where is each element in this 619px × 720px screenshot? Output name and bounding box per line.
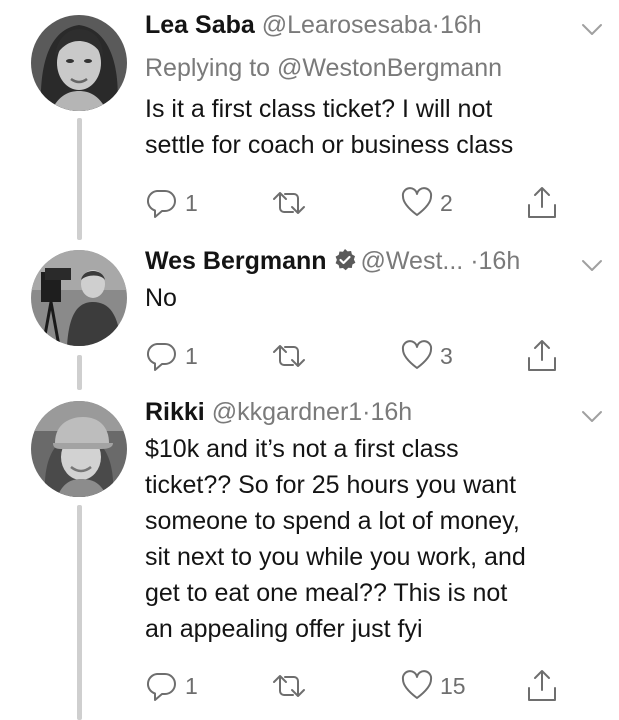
like-button[interactable]: 3 <box>400 336 453 376</box>
share-button[interactable] <box>525 666 559 706</box>
retweet-button[interactable] <box>270 666 314 706</box>
separator-dot: · <box>470 247 479 275</box>
user-handle[interactable]: @West... <box>361 247 464 275</box>
share-button[interactable] <box>525 183 559 223</box>
heart-icon <box>401 670 433 699</box>
user-handle[interactable]: @Learosesaba <box>262 11 432 39</box>
display-name[interactable]: Lea Saba <box>145 11 255 39</box>
share-button[interactable] <box>525 336 559 376</box>
thread-line <box>77 355 82 390</box>
reply-button[interactable]: 1 <box>145 183 198 223</box>
reply-icon <box>146 673 176 701</box>
tweet-lea-saba[interactable]: Lea Saba @Learosesaba·16h Replying to @W… <box>0 0 619 240</box>
reply-count: 1 <box>185 342 198 369</box>
tweet-actions: 1 2 <box>145 183 585 223</box>
reply-button[interactable]: 1 <box>145 336 198 376</box>
avatar[interactable] <box>31 250 127 346</box>
like-count: 15 <box>440 672 466 699</box>
timestamp[interactable]: 16h <box>479 247 521 275</box>
chevron-down-icon[interactable] <box>577 14 607 44</box>
share-icon <box>528 340 556 371</box>
tweet-header: Wes Bergmann @West... ·16h <box>145 244 619 278</box>
separator-dot: · <box>362 398 371 426</box>
thread-line <box>77 118 82 240</box>
heart-icon <box>401 187 433 216</box>
heart-icon <box>401 340 433 369</box>
reply-icon <box>146 190 176 218</box>
timestamp[interactable]: 16h <box>371 398 413 426</box>
like-button[interactable]: 2 <box>400 183 453 223</box>
reply-count: 1 <box>185 672 198 699</box>
retweet-icon <box>273 345 305 367</box>
like-button[interactable]: 15 <box>400 666 466 706</box>
retweet-button[interactable] <box>270 336 314 376</box>
tweet-header: Lea Saba @Learosesaba·16h <box>145 8 619 42</box>
verified-badge-icon <box>335 249 355 271</box>
display-name[interactable]: Rikki <box>145 398 205 426</box>
tweet-text: No <box>145 284 177 312</box>
tweet-actions: 1 15 <box>145 666 585 706</box>
timestamp[interactable]: 16h <box>440 11 482 39</box>
display-name[interactable]: Wes Bergmann <box>145 247 327 275</box>
reply-count: 1 <box>185 189 198 216</box>
chevron-down-icon[interactable] <box>577 250 607 280</box>
like-count: 2 <box>440 189 453 216</box>
thread-line <box>77 505 82 720</box>
replying-to[interactable]: Replying to @WestonBergmann <box>145 51 502 85</box>
retweet-icon <box>273 192 305 214</box>
tweet-header: Rikki @kkgardner1·16h <box>145 395 619 429</box>
chevron-down-icon[interactable] <box>577 401 607 431</box>
reply-button[interactable]: 1 <box>145 666 198 706</box>
reply-icon <box>146 343 176 371</box>
tweet-text: $10k and it’s not a first class ticket??… <box>145 435 526 643</box>
tweet-text: Is it a first class ticket? I will not s… <box>145 95 514 159</box>
avatar[interactable] <box>31 15 127 111</box>
share-icon <box>528 187 556 218</box>
like-count: 3 <box>440 342 453 369</box>
user-handle[interactable]: @kkgardner1 <box>212 398 362 426</box>
separator-dot: · <box>431 11 440 39</box>
tweet-wes-bergmann[interactable]: Wes Bergmann @West... ·16h No 1 3 <box>0 240 619 390</box>
retweet-button[interactable] <box>270 183 314 223</box>
tweet-actions: 1 3 <box>145 336 585 376</box>
tweet-rikki[interactable]: Rikki @kkgardner1·16h $10k and it’s not … <box>0 390 619 720</box>
share-icon <box>528 670 556 701</box>
retweet-icon <box>273 675 305 697</box>
avatar[interactable] <box>31 401 127 497</box>
